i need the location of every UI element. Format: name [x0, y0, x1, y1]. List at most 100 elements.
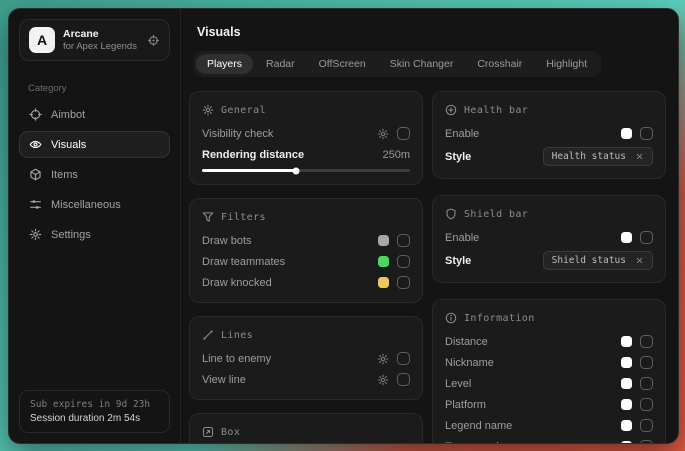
row-controls — [621, 231, 653, 244]
category-label: Category — [28, 83, 180, 94]
checkbox[interactable] — [640, 440, 653, 443]
row-distance: Distance — [445, 332, 653, 351]
sidebar-item-label: Miscellaneous — [51, 199, 121, 211]
app-header: A Arcane for Apex Legends — [19, 19, 170, 61]
checkbox[interactable] — [640, 419, 653, 432]
row-label-view-line: View line — [202, 374, 246, 386]
slider-rendering-distance[interactable] — [202, 169, 410, 172]
app-subtitle: for Apex Legends — [63, 41, 139, 53]
color-swatch[interactable] — [621, 357, 632, 368]
card-header-general: General — [202, 103, 410, 117]
row-controls — [377, 373, 410, 386]
shield-icon — [445, 208, 457, 220]
row-controls — [378, 255, 410, 268]
card-title: Lines — [221, 330, 253, 341]
app-titles: Arcane for Apex Legends — [63, 28, 139, 53]
app-logo: A — [29, 27, 55, 53]
slider-label-row: Rendering distance250m — [202, 145, 410, 164]
sidebar-item-label: Items — [51, 169, 78, 181]
row-enable: Enable — [445, 124, 653, 143]
checkbox[interactable] — [640, 377, 653, 390]
row-draw-bots: Draw bots — [202, 231, 410, 250]
tab-highlight[interactable]: Highlight — [535, 54, 598, 74]
row-controls — [377, 352, 410, 365]
funnel-icon — [202, 211, 214, 223]
color-swatch[interactable] — [378, 256, 389, 267]
select-value: Health status — [552, 151, 626, 162]
gear-icon[interactable] — [377, 374, 389, 386]
card-general: General Visibility check Rendering distanc… — [189, 91, 423, 185]
sidebar-item-miscellaneous[interactable]: Miscellaneous — [19, 191, 170, 218]
color-swatch[interactable] — [621, 420, 632, 431]
row-draw-knocked: Draw knocked — [202, 273, 410, 292]
target-icon[interactable] — [147, 34, 160, 47]
color-swatch[interactable] — [378, 277, 389, 288]
sidebar-item-visuals[interactable]: Visuals — [19, 131, 170, 158]
sidebar-item-settings[interactable]: Settings — [19, 221, 170, 248]
select-shield-status[interactable]: Shield status — [543, 251, 653, 270]
sub-expires-text: Sub expires in 9d 23h — [30, 399, 159, 410]
color-swatch[interactable] — [621, 399, 632, 410]
checkbox[interactable] — [397, 234, 410, 247]
tab-bar: PlayersRadarOffScreenSkin ChangerCrossha… — [193, 51, 601, 77]
checkbox[interactable] — [640, 356, 653, 369]
checkbox[interactable] — [640, 335, 653, 348]
row-platform: Platform — [445, 395, 653, 414]
row-style: StyleHealth status — [445, 145, 653, 168]
x-icon[interactable] — [635, 152, 644, 161]
tab-skin-changer[interactable]: Skin Changer — [379, 54, 465, 74]
row-draw-teammates: Draw teammates — [202, 252, 410, 271]
color-swatch[interactable] — [621, 232, 632, 243]
card-information: InformationDistanceNicknameLevelPlatform… — [432, 299, 666, 443]
card-title: Information — [464, 313, 535, 324]
tab-offscreen[interactable]: OffScreen — [308, 54, 377, 74]
sidebar-item-items[interactable]: Items — [19, 161, 170, 188]
checkbox[interactable] — [640, 231, 653, 244]
row-controls — [621, 127, 653, 140]
tab-radar[interactable]: Radar — [255, 54, 306, 74]
checkbox[interactable] — [640, 127, 653, 140]
row-label-draw-knocked: Draw knocked — [202, 277, 272, 289]
checkbox[interactable] — [640, 398, 653, 411]
row-label-style: Style — [445, 255, 471, 267]
tab-players[interactable]: Players — [196, 54, 253, 74]
x-icon[interactable] — [635, 256, 644, 265]
card-header-shield-bar: Shield bar — [445, 207, 653, 221]
app-name: Arcane — [63, 28, 139, 41]
row-label-level: Level — [445, 378, 471, 390]
checkbox[interactable] — [397, 373, 410, 386]
card-header-information: Information — [445, 311, 653, 325]
column-right: Health barEnableStyleHealth statusShield… — [432, 91, 666, 443]
color-swatch[interactable] — [621, 378, 632, 389]
gear-icon[interactable] — [377, 128, 389, 140]
crosshair-icon — [29, 108, 42, 121]
row-label-draw-bots: Draw bots — [202, 235, 252, 247]
color-swatch[interactable] — [621, 441, 632, 443]
checkbox[interactable] — [397, 127, 410, 140]
cube-icon — [29, 168, 42, 181]
page-title: Visuals — [197, 25, 666, 39]
card-title: Filters — [221, 212, 266, 223]
checkbox[interactable] — [397, 352, 410, 365]
column-left: General Visibility check Rendering distanc… — [189, 91, 423, 443]
row-label-legend-name: Legend name — [445, 420, 512, 432]
sidebar-item-aimbot[interactable]: Aimbot — [19, 101, 170, 128]
card-filters: Filters Draw bots Draw teammates Draw knock… — [189, 198, 423, 303]
session-duration-text: Session duration 2m 54s — [30, 413, 159, 424]
color-swatch[interactable] — [378, 235, 389, 246]
select-health-status[interactable]: Health status — [543, 147, 653, 166]
color-swatch[interactable] — [621, 128, 632, 139]
main-panel: Visuals PlayersRadarOffScreenSkin Change… — [181, 9, 678, 443]
gear-icon — [29, 228, 42, 241]
gear-icon[interactable] — [377, 353, 389, 365]
checkbox[interactable] — [397, 255, 410, 268]
gear-icon — [202, 104, 214, 116]
row-label-enable: Enable — [445, 232, 479, 244]
tab-crosshair[interactable]: Crosshair — [466, 54, 533, 74]
row-visibility-check: Visibility check — [202, 124, 410, 143]
checkbox[interactable] — [397, 276, 410, 289]
color-swatch[interactable] — [621, 336, 632, 347]
sidebar-item-label: Visuals — [51, 139, 86, 151]
row-enable: Enable — [445, 228, 653, 247]
slider-knob[interactable] — [292, 167, 299, 174]
